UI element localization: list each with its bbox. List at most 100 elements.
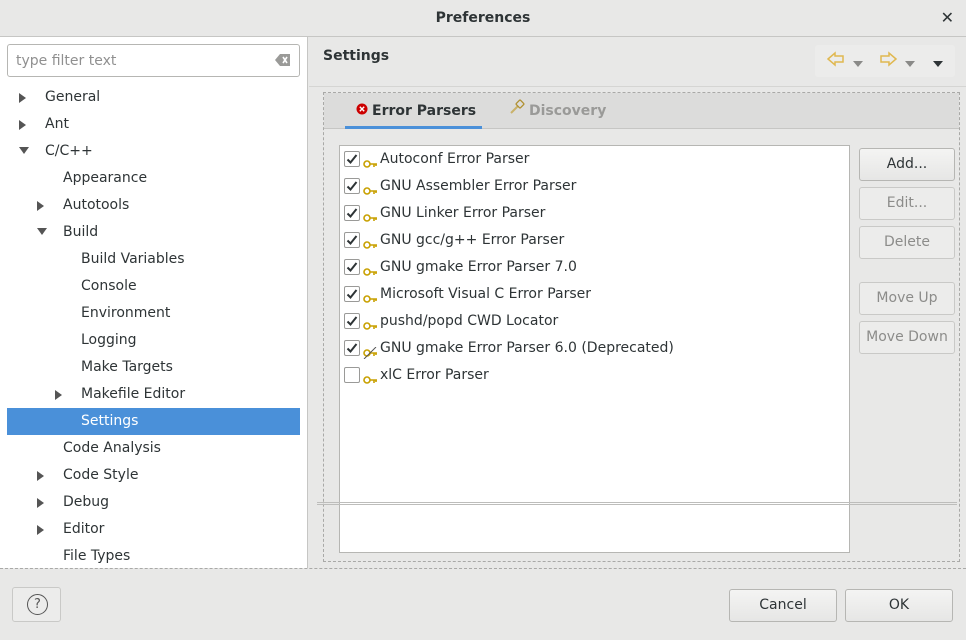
tree-item[interactable]: Appearance (7, 165, 300, 192)
tree-item[interactable]: C/C++ (7, 138, 300, 165)
list-item[interactable]: GNU gmake Error Parser 7.0 (340, 254, 849, 281)
tree-item-label: File Types (63, 548, 131, 564)
tree-item[interactable]: Code Analysis (7, 435, 300, 462)
list-item[interactable]: GNU Assembler Error Parser (340, 173, 849, 200)
add-button[interactable]: Add... (859, 148, 955, 181)
clear-filter-icon[interactable] (275, 53, 291, 67)
key-icon (363, 369, 378, 396)
tree-item-label: Environment (81, 305, 171, 321)
tree-item-label: Settings (81, 413, 139, 429)
expand-right-icon[interactable] (35, 489, 47, 516)
title-bar: Preferences ✕ (0, 0, 966, 37)
tab-discovery[interactable]: Discovery (509, 93, 606, 129)
list-item[interactable]: xlC Error Parser (340, 362, 849, 389)
tree-item-label: Logging (81, 332, 137, 348)
parser-label: GNU gmake Error Parser 6.0 (Deprecated) (380, 340, 674, 356)
forward-menu-chevron-icon[interactable] (905, 55, 915, 71)
dialog-button-bar: ? Cancel OK (0, 568, 966, 640)
tree-item-label: C/C++ (45, 143, 93, 159)
tree-item-label: Appearance (63, 170, 148, 186)
expand-right-icon[interactable] (35, 192, 47, 219)
tree-item[interactable]: Debug (7, 489, 300, 516)
tree-item-label: Ant (45, 116, 69, 132)
navigation-buttons (815, 45, 955, 77)
tree-item-label: Code Style (63, 467, 139, 483)
list-item[interactable]: GNU gmake Error Parser 6.0 (Deprecated) (340, 335, 849, 362)
filter-box (7, 44, 300, 77)
tab-folder-bottom-border (317, 502, 957, 505)
list-item[interactable]: GNU gcc/g++ Error Parser (340, 227, 849, 254)
cancel-button[interactable]: Cancel (729, 589, 837, 622)
preference-tree: General Ant C/C++ Appearance Autotools Build B… (7, 84, 300, 570)
tree-item[interactable]: Build (7, 219, 300, 246)
tree-item-label: Editor (63, 521, 105, 537)
tab-discovery-label: Discovery (529, 103, 607, 119)
expand-right-icon[interactable] (35, 462, 47, 489)
parser-checkbox[interactable] (344, 178, 360, 194)
edit-button[interactable]: Edit... (859, 187, 955, 220)
window-title: Preferences (435, 10, 531, 26)
tree-item[interactable]: Environment (7, 300, 300, 327)
parser-label: GNU Assembler Error Parser (380, 178, 577, 194)
tree-item[interactable]: Console (7, 273, 300, 300)
error-parser-list[interactable]: Autoconf Error Parser GNU Assembler Error… (339, 145, 850, 553)
help-button[interactable]: ? (12, 587, 61, 622)
tree-item[interactable]: Settings (7, 408, 300, 435)
parser-checkbox[interactable] (344, 340, 360, 356)
tree-item[interactable]: Autotools (7, 192, 300, 219)
expand-down-icon[interactable] (35, 219, 47, 246)
tree-item[interactable]: Ant (7, 111, 300, 138)
tree-item-label: Makefile Editor (81, 386, 186, 402)
close-icon[interactable]: ✕ (941, 8, 954, 27)
tree-item[interactable]: Make Targets (7, 354, 300, 381)
parser-checkbox[interactable] (344, 259, 360, 275)
settings-page: Settings Error Parsers Discovery Autocon… (309, 37, 966, 568)
parser-checkbox[interactable] (344, 205, 360, 221)
parser-label: pushd/popd CWD Locator (380, 313, 559, 329)
view-menu-chevron-icon[interactable] (933, 55, 943, 71)
parser-checkbox[interactable] (344, 367, 360, 383)
list-item[interactable]: Microsoft Visual C Error Parser (340, 281, 849, 308)
tree-item[interactable]: General (7, 84, 300, 111)
tab-error-parsers[interactable]: Error Parsers (345, 93, 482, 129)
tree-item-label: General (45, 89, 101, 105)
parser-checkbox[interactable] (344, 232, 360, 248)
ok-button[interactable]: OK (845, 589, 953, 622)
list-item[interactable]: GNU Linker Error Parser (340, 200, 849, 227)
parser-label: Microsoft Visual C Error Parser (380, 286, 592, 302)
expand-down-icon[interactable] (17, 138, 29, 165)
tree-item-label: Code Analysis (63, 440, 161, 456)
list-item[interactable]: pushd/popd CWD Locator (340, 308, 849, 335)
expand-right-icon[interactable] (17, 111, 29, 138)
move-up-button[interactable]: Move Up (859, 282, 955, 315)
expand-right-icon[interactable] (17, 84, 29, 111)
tree-item[interactable]: File Types (7, 543, 300, 570)
tree-item[interactable]: Logging (7, 327, 300, 354)
parser-label: Autoconf Error Parser (380, 151, 530, 167)
expand-right-icon[interactable] (53, 381, 65, 408)
tree-item[interactable]: Editor (7, 516, 300, 543)
expand-right-icon[interactable] (35, 516, 47, 543)
tree-item[interactable]: Build Variables (7, 246, 300, 273)
parser-checkbox[interactable] (344, 286, 360, 302)
forward-arrow-icon[interactable] (879, 51, 898, 71)
parser-checkbox[interactable] (344, 313, 360, 329)
delete-button[interactable]: Delete (859, 226, 955, 259)
parser-checkbox[interactable] (344, 151, 360, 167)
tree-item[interactable]: Makefile Editor (7, 381, 300, 408)
list-item[interactable]: Autoconf Error Parser (340, 146, 849, 173)
discovery-icon (509, 93, 525, 129)
back-menu-chevron-icon[interactable] (853, 55, 863, 71)
parser-label: GNU gcc/g++ Error Parser (380, 232, 565, 248)
filter-input[interactable] (8, 45, 258, 76)
tree-item[interactable]: Code Style (7, 462, 300, 489)
back-arrow-icon[interactable] (826, 51, 845, 71)
preference-tree-pane: General Ant C/C++ Appearance Autotools Build B… (0, 37, 308, 568)
parser-label: GNU Linker Error Parser (380, 205, 546, 221)
tab-folder: Error Parsers Discovery Autoconf Error P… (323, 92, 960, 562)
tree-item-label: Make Targets (81, 359, 173, 375)
error-icon (356, 93, 368, 129)
tree-item-label: Autotools (63, 197, 130, 213)
tree-item-label: Console (81, 278, 137, 294)
move-down-button[interactable]: Move Down (859, 321, 955, 354)
